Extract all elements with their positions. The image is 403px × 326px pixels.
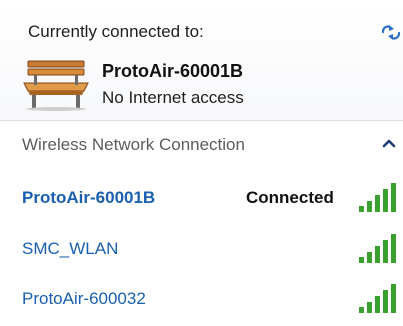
section-title: Wireless Network Connection (22, 135, 245, 154)
network-item-smc-wlan[interactable]: SMC_WLAN (0, 226, 403, 276)
network-name: ProtoAir-60001B (22, 188, 156, 207)
signal-strength-icon (359, 284, 396, 313)
wireless-section-header[interactable]: Wireless Network Connection (0, 121, 403, 167)
network-flyout: Currently connected to: ProtoAir-60001B … (0, 0, 403, 326)
network-name: ProtoAir-600032 (22, 289, 146, 308)
refresh-icon[interactable] (380, 22, 402, 44)
signal-strength-icon (359, 234, 396, 263)
network-name: SMC_WLAN (22, 239, 119, 258)
current-network-name: ProtoAir-60001B (102, 61, 244, 81)
signal-strength-icon (359, 183, 396, 212)
bench-icon (23, 60, 89, 111)
network-item-protoair-600032[interactable]: ProtoAir-600032 (0, 276, 403, 326)
chevron-up-icon[interactable] (382, 138, 396, 148)
network-item-protoair-60001b[interactable]: ProtoAir-60001B Connected (0, 175, 403, 225)
currently-connected-label: Currently connected to: (28, 22, 204, 41)
connection-state: Connected (246, 188, 334, 207)
internet-status: No Internet access (102, 88, 244, 107)
current-connection-section: Currently connected to: ProtoAir-60001B … (0, 0, 403, 120)
